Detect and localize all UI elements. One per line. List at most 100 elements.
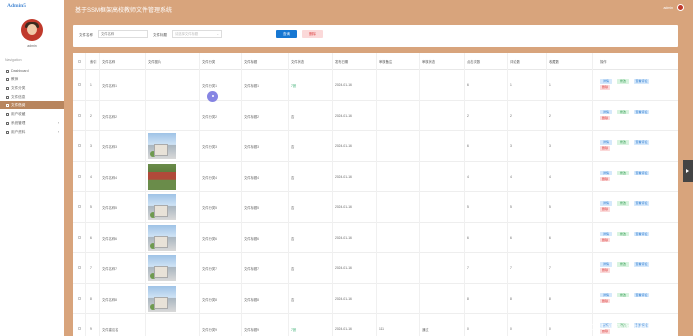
- delete-button[interactable]: 删除: [600, 115, 610, 120]
- detail-button[interactable]: 详情: [600, 262, 612, 267]
- view-comments-button[interactable]: 查看评论: [634, 170, 649, 175]
- column-divider: [145, 53, 146, 336]
- edit-button[interactable]: 修改: [617, 262, 629, 267]
- sidebar-item[interactable]: 用户收藏: [0, 110, 64, 118]
- file-name-label: 文件名称: [79, 33, 93, 37]
- sidebar-item-label: 文件信息: [11, 94, 26, 99]
- cell-comments: 1: [510, 83, 512, 87]
- column-divider: [85, 53, 86, 336]
- column-header[interactable]: 文件标题: [244, 59, 257, 64]
- column-header[interactable]: 文件分类: [202, 59, 215, 64]
- view-comments-button[interactable]: 查看评论: [634, 109, 649, 114]
- sidebar-item[interactable]: 文件信息: [0, 93, 64, 101]
- row-checkbox[interactable]: [78, 113, 81, 117]
- column-header[interactable]: 收藏数: [549, 59, 559, 64]
- cell-date: 2024-01-16: [335, 174, 352, 179]
- cell-clicks: 6: [467, 235, 469, 240]
- cell-favs: 2: [549, 113, 551, 118]
- file-thumbnail[interactable]: [148, 255, 176, 281]
- file-thumbnail[interactable]: [148, 194, 176, 220]
- edit-button[interactable]: 修改: [617, 79, 629, 84]
- view-comments-button[interactable]: 查看评论: [634, 292, 649, 297]
- user-avatar[interactable]: [21, 19, 43, 41]
- edit-button[interactable]: 修改: [617, 231, 629, 236]
- delete-button[interactable]: 删除: [600, 298, 610, 303]
- column-header[interactable]: 发布日期: [335, 59, 348, 64]
- delete-button[interactable]: 删除: [600, 237, 610, 242]
- delete-button[interactable]: 删除: [600, 146, 610, 151]
- detail-button[interactable]: 详情: [600, 109, 612, 114]
- sidebar-item-label: 用户资料: [11, 129, 26, 134]
- delete-button[interactable]: 删除: [600, 268, 610, 273]
- detail-button[interactable]: 详情: [600, 231, 612, 236]
- file-thumbnail[interactable]: [148, 133, 176, 159]
- batch-delete-button[interactable]: 删除: [302, 30, 323, 38]
- row-checkbox[interactable]: [78, 296, 81, 300]
- edit-button[interactable]: 修改: [617, 109, 629, 114]
- row-checkbox[interactable]: [78, 83, 81, 86]
- view-comments-button[interactable]: 查看评论: [634, 201, 649, 206]
- delete-button[interactable]: 删除: [600, 176, 610, 181]
- row-checkbox[interactable]: [78, 174, 81, 178]
- select-all-checkbox[interactable]: [78, 60, 81, 63]
- sidebar-item[interactable]: Dashboard: [0, 67, 64, 75]
- cell-category: 文件分类3: [202, 145, 218, 149]
- delete-button[interactable]: 删除: [600, 207, 610, 212]
- sidebar-item[interactable]: 文件借阅: [0, 101, 64, 109]
- column-header[interactable]: 评论数: [510, 59, 520, 64]
- detail-button[interactable]: 详情: [600, 201, 612, 206]
- edit-button[interactable]: 修改: [617, 201, 629, 206]
- column-header[interactable]: 文件状态: [291, 59, 304, 64]
- cell-favs: 4: [549, 174, 551, 179]
- cell-favs: 7: [549, 266, 551, 270]
- column-header[interactable]: 审核状态: [422, 59, 435, 64]
- search-button[interactable]: 查询: [276, 30, 297, 38]
- row-checkbox[interactable]: [78, 205, 81, 208]
- cell-favs: 8: [549, 296, 551, 301]
- cell-clicks: 2: [467, 113, 469, 118]
- sidebar-item[interactable]: 用户资料 ›: [0, 128, 64, 136]
- delete-button[interactable]: 删除: [600, 85, 610, 90]
- side-toggle-tab[interactable]: [683, 160, 693, 182]
- edit-button[interactable]: 修改: [617, 170, 629, 175]
- file-thumbnail[interactable]: [148, 285, 176, 312]
- row-checkbox[interactable]: [78, 266, 81, 269]
- sidebar-item-label: 文件借阅: [11, 102, 26, 107]
- cell-date: 2024-01-16: [335, 144, 352, 148]
- file-title-select[interactable]: 请选择文件标题 ⌄: [172, 30, 222, 38]
- column-header[interactable]: 点击次数: [467, 59, 480, 64]
- edit-button[interactable]: 修改: [617, 292, 629, 297]
- detail-button[interactable]: 详情: [600, 79, 612, 84]
- column-header[interactable]: 索引: [90, 59, 97, 64]
- cell-title: 文件标题2: [244, 114, 260, 119]
- view-comments-button[interactable]: 查看评论: [634, 231, 649, 236]
- detail-button[interactable]: 详情: [600, 170, 612, 175]
- app-logo[interactable]: Admin5: [7, 3, 26, 9]
- view-comments-button[interactable]: 查看评论: [634, 79, 649, 84]
- detail-button[interactable]: 详情: [600, 140, 612, 145]
- column-header[interactable]: 操作: [600, 59, 607, 64]
- column-header[interactable]: 审核备注: [379, 59, 392, 64]
- file-name-input[interactable]: [98, 30, 148, 38]
- row-checkbox[interactable]: [78, 144, 81, 147]
- row-checkbox[interactable]: [78, 327, 81, 330]
- file-thumbnail[interactable]: [148, 163, 176, 190]
- column-header[interactable]: 文件名称: [102, 59, 115, 64]
- admin-avatar[interactable]: [677, 4, 684, 11]
- view-comments-button[interactable]: 查看评论: [634, 262, 649, 267]
- sidebar-item-label: 教师: [11, 76, 19, 81]
- column-header[interactable]: 文件图片: [148, 59, 161, 64]
- edit-button[interactable]: 修改: [617, 140, 629, 145]
- sidebar-item-label: 文件分类: [11, 85, 26, 90]
- file-thumbnail[interactable]: [148, 224, 176, 251]
- sidebar-item[interactable]: 系统管理 ›: [0, 119, 64, 127]
- column-divider: [332, 53, 333, 336]
- cell-date: 2024-01-16: [335, 83, 352, 87]
- sidebar-item[interactable]: 文件分类: [0, 84, 64, 92]
- watermark: CSDN @辉时科技: [590, 323, 656, 332]
- sidebar-item[interactable]: 教师: [0, 75, 64, 83]
- view-comments-button[interactable]: 查看评论: [634, 140, 649, 145]
- row-checkbox[interactable]: [78, 235, 81, 239]
- admin-label[interactable]: admin: [663, 6, 673, 10]
- detail-button[interactable]: 详情: [600, 292, 612, 297]
